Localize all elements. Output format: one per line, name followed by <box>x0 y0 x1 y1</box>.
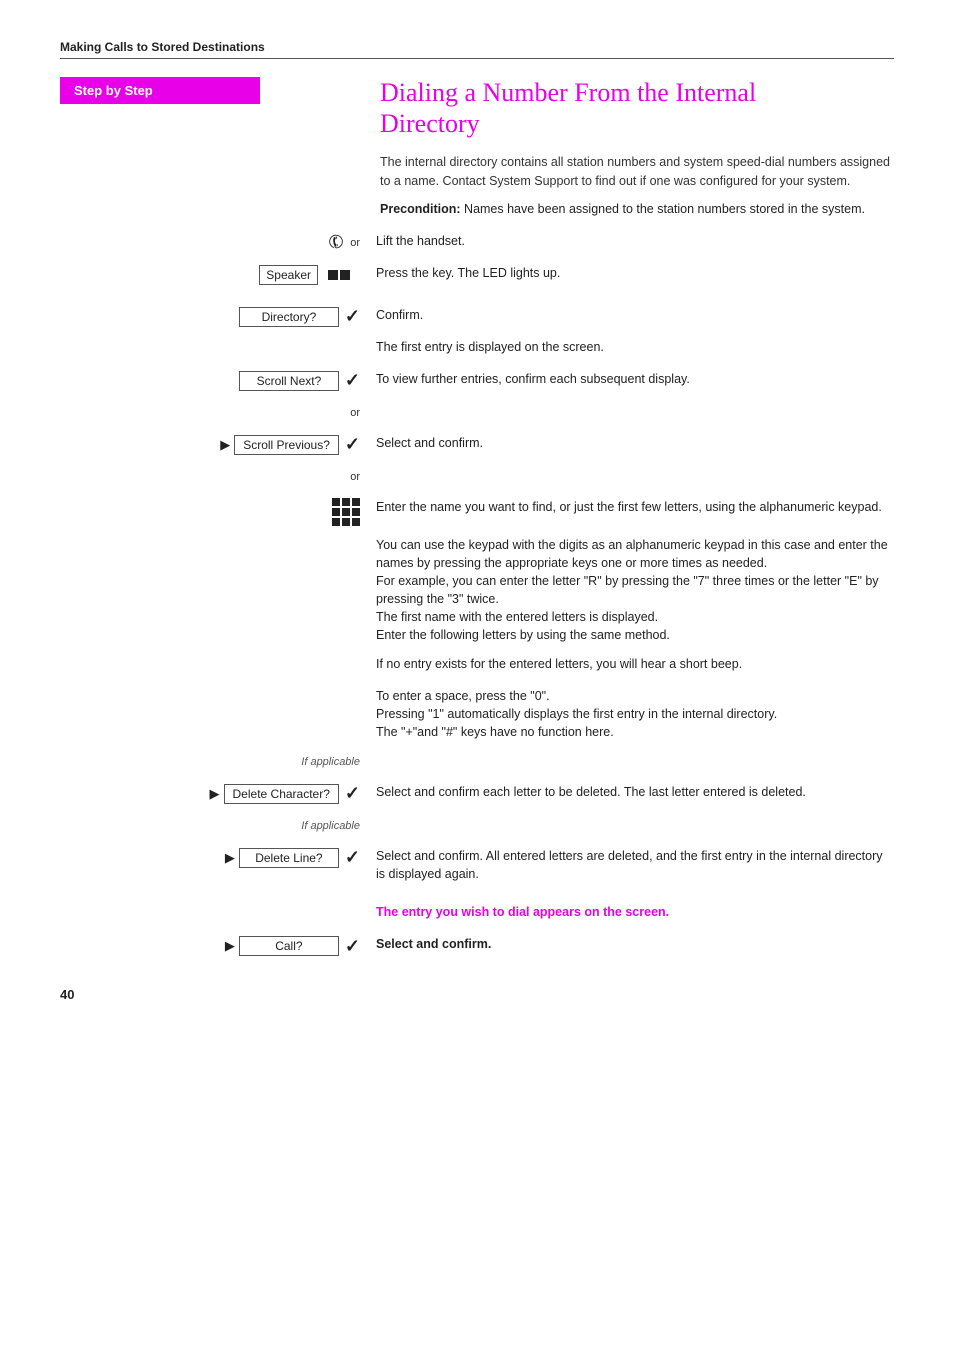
step-delete-line: ▶ Delete Line? ✓ Select and confirm. All… <box>60 847 894 883</box>
delete-line-button: Delete Line? <box>239 848 339 868</box>
step-lift-handset: ✆ or Lift the handset. <box>60 232 894 254</box>
scroll-previous-checkmark: ✓ <box>345 434 360 455</box>
call-checkmark: ✓ <box>345 936 360 957</box>
step-scroll-next: Scroll Next? ✓ To view further entries, … <box>60 370 894 392</box>
if-applicable-delete-char: If applicable <box>60 751 894 773</box>
scroll-next-checkmark: ✓ <box>345 370 360 391</box>
arrow-delete-line: ▶ <box>225 850 235 866</box>
step-keypad: Enter the name you want to find, or just… <box>60 498 894 526</box>
if-applicable-delete-line: If applicable <box>60 815 894 837</box>
or-scroll-label: or <box>350 407 360 419</box>
step-delete-char: ▶ Delete Character? ✓ Select and confirm… <box>60 783 894 805</box>
step-space: To enter a space, press the "0". Pressin… <box>60 687 894 741</box>
delete-char-checkmark: ✓ <box>345 783 360 804</box>
section-header: Making Calls to Stored Destinations <box>60 40 894 59</box>
delete-char-button: Delete Character? <box>224 784 339 804</box>
directory-button: Directory? <box>239 307 339 327</box>
if-applicable-label-2: If applicable <box>301 820 360 832</box>
arrow-scroll-prev: ▶ <box>220 437 230 453</box>
arrow-call: ▶ <box>225 938 235 954</box>
step-speaker: Speaker Press the key. The LED lights up… <box>60 264 894 286</box>
or-keypad-label: or <box>350 471 360 483</box>
if-applicable-label-1: If applicable <box>301 756 360 768</box>
directory-checkmark: ✓ <box>345 306 360 327</box>
step-or-scroll: or <box>60 402 894 424</box>
step-or-keypad: or <box>60 466 894 488</box>
scroll-previous-button: Scroll Previous? <box>234 435 339 455</box>
step-no-entry: If no entry exists for the entered lette… <box>60 655 894 677</box>
step-first-entry: The first entry is displayed on the scre… <box>60 338 894 360</box>
description: The internal directory contains all stat… <box>380 153 894 189</box>
led-indicator <box>328 270 350 280</box>
or-label: or <box>350 237 360 249</box>
step-keypad-detail: You can use the keypad with the digits a… <box>60 536 894 645</box>
handset-icon: ✆ <box>325 230 349 256</box>
call-button: Call? <box>239 936 339 956</box>
step-call: ▶ Call? ✓ Select and confirm. <box>60 935 894 957</box>
arrow-delete-char: ▶ <box>210 786 220 802</box>
delete-line-checkmark: ✓ <box>345 847 360 868</box>
keypad-icon <box>332 498 360 526</box>
page-title: Dialing a Number From the Internal Direc… <box>380 77 894 139</box>
step-scroll-previous: ▶ Scroll Previous? ✓ Select and confirm. <box>60 434 894 456</box>
page-number: 40 <box>60 987 894 1002</box>
precondition: Precondition: Names have been assigned t… <box>380 200 894 218</box>
step-by-step-box: Step by Step <box>60 77 260 104</box>
scroll-next-button: Scroll Next? <box>239 371 339 391</box>
call-desc-text: Select and confirm. <box>376 937 491 951</box>
speaker-button: Speaker <box>259 265 318 285</box>
entry-appears-text: The entry you wish to dial appears on th… <box>376 905 669 919</box>
step-directory: Directory? ✓ Confirm. <box>60 306 894 328</box>
step-entry-appears: The entry you wish to dial appears on th… <box>60 903 894 925</box>
